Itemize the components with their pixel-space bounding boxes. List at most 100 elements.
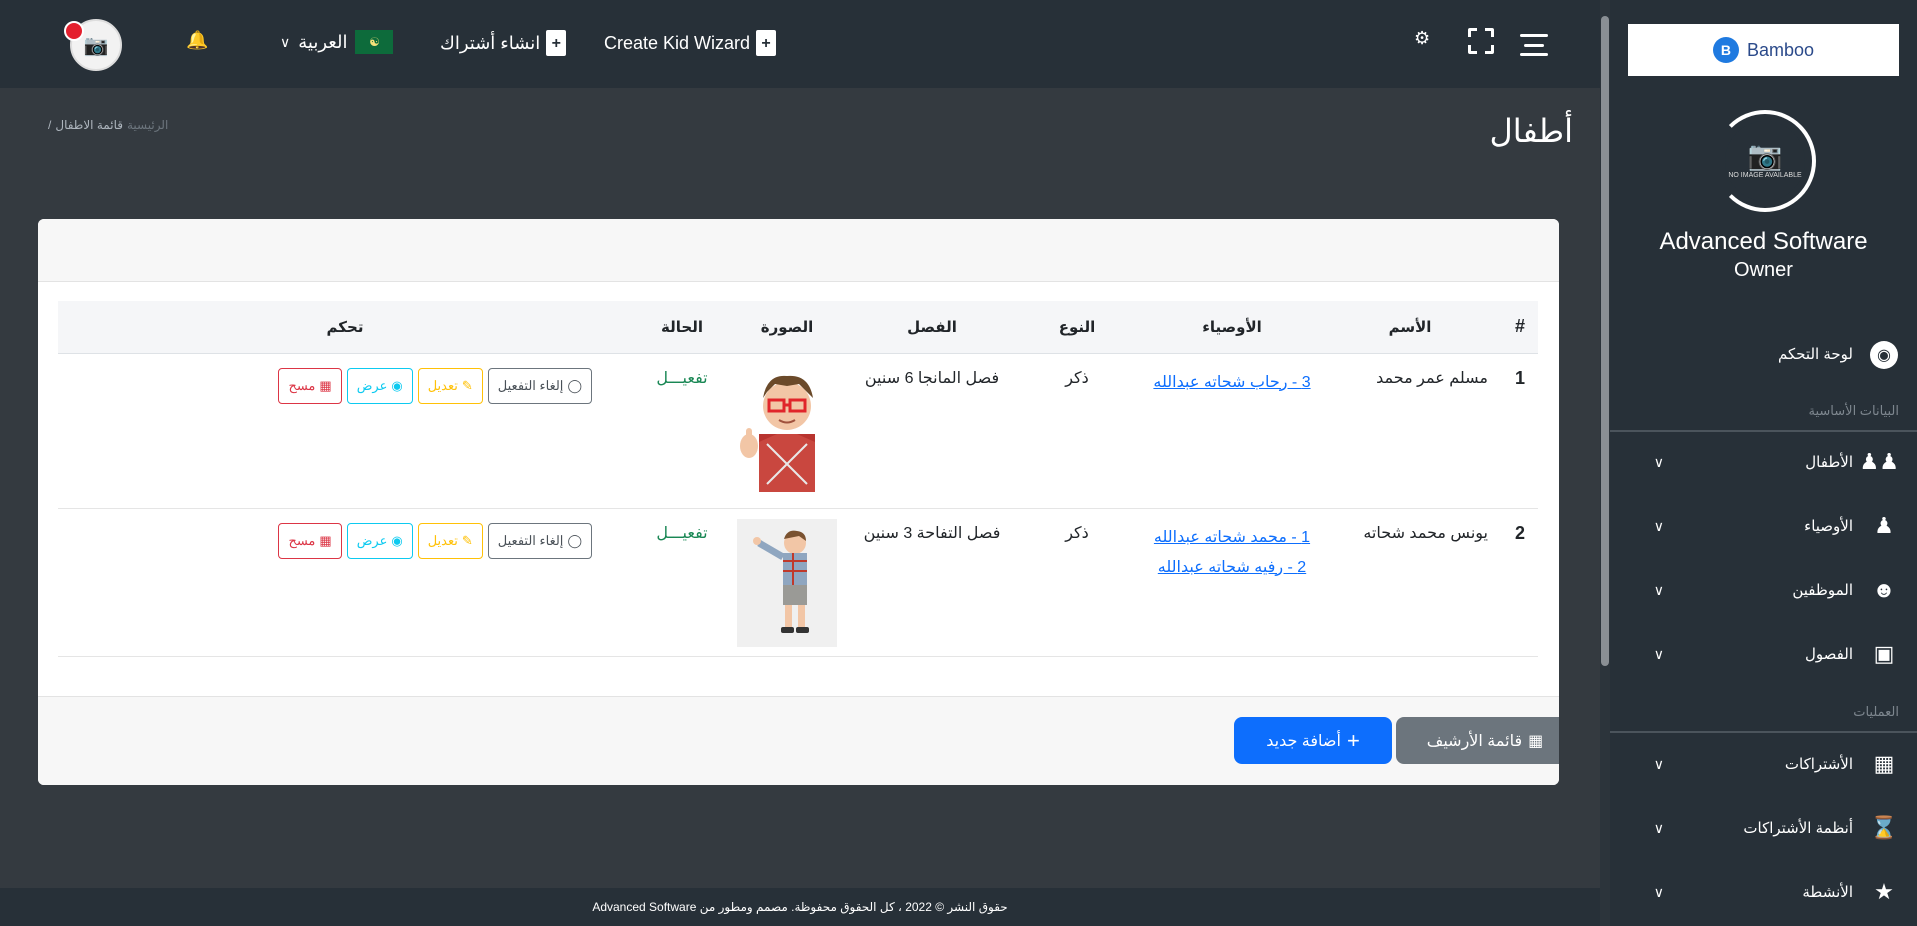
create-kid-wizard-label: Create Kid Wizard	[604, 32, 751, 53]
sidebar-item-employees[interactable]: ☻ الموظفين ∨	[1610, 565, 1917, 615]
status-label: تفعيـــل	[656, 369, 708, 387]
row-class: فصل التفاحة 3 سنين	[842, 508, 1022, 657]
top-navbar: 📷 🔔 ∨ العربية ☯ انشاء أشتراك + Create Ki…	[0, 0, 1600, 88]
header-num: #	[1502, 301, 1538, 354]
sidebar-item-classes[interactable]: ▣ الفصول ∨	[1610, 629, 1917, 679]
menu-line	[1520, 34, 1548, 37]
activity-icon: ★	[1874, 879, 1894, 904]
sidebar-item-guardians[interactable]: ♟ الأوصياء ∨	[1610, 501, 1917, 551]
user-avatar[interactable]: 📷	[64, 19, 126, 71]
row-photo	[732, 508, 842, 657]
row-num: 1	[1502, 353, 1538, 509]
camera-glyph: 📷	[1747, 140, 1783, 171]
sidebar-item-dashboard[interactable]: ◉ لوحة التحكم	[1610, 329, 1917, 379]
status-label: تفعيـــل	[656, 524, 708, 542]
kid-photo	[737, 518, 837, 647]
add-new-button[interactable]: + أضافة جديد	[1234, 717, 1392, 764]
sidebar: B Bamboo 📷 NO IMAGE AVAILABLE Advanced S…	[1610, 0, 1917, 926]
guardian-link[interactable]: 3 - رحاب شحاته عبدالله	[1132, 368, 1332, 398]
sidebar-item-subscription-plans[interactable]: ⌛ أنظمة الأشتراكات ∨	[1610, 803, 1917, 853]
view-label: عرض	[356, 377, 388, 393]
row-type: ذكر	[1022, 508, 1132, 657]
table-row: 1 مسلم عمر محمد 3 - رحاب شحاته عبدالله ذ…	[58, 353, 1538, 509]
chevron-down-icon: ∨	[1653, 517, 1664, 534]
sidebar-item-subscriptions[interactable]: ▦ الأشتراكات ∨	[1610, 739, 1917, 789]
deactivate-button[interactable]: ◯ إلغاء التفعيل	[487, 522, 592, 559]
breadcrumb-home[interactable]: الرئيسية	[127, 118, 168, 132]
brand-name: Bamboo	[1746, 39, 1815, 60]
view-button[interactable]: ◉ عرض	[346, 522, 413, 559]
chevron-down-icon: ∨	[1653, 755, 1664, 772]
language-label: العربية	[298, 31, 348, 52]
language-dropdown[interactable]: ∨ العربية ☯	[280, 30, 394, 54]
brand-logo[interactable]: B Bamboo	[1628, 24, 1899, 76]
pencil-icon: ✎	[461, 532, 473, 548]
edit-button[interactable]: ✎ تعديل	[417, 367, 483, 404]
row-status: تفعيـــل	[632, 353, 732, 509]
calendar-icon: ▦	[1873, 751, 1895, 776]
header-class: الفصل	[842, 301, 1022, 354]
row-guardians: 3 - رحاب شحاته عبدالله	[1132, 353, 1332, 509]
delete-button[interactable]: ▦ مسح	[278, 367, 342, 404]
delete-label: مسح	[288, 377, 316, 393]
profile-name: Advanced Software	[1659, 228, 1868, 255]
create-subscription-label: انشاء أشتراك	[440, 32, 541, 53]
trash-icon: ▦	[1528, 732, 1544, 750]
binoculars-icon: ◉	[391, 377, 403, 393]
person-icon: ♟	[1874, 513, 1894, 538]
table-row: 2 يونس محمد شحاته 1 - محمد شحاته عبدالله…	[58, 508, 1538, 657]
row-actions: ◯ إلغاء التفعيل ✎ تعديل ◉ عرض ▦ مسح	[58, 508, 632, 657]
deactivate-label: إلغاء التفعيل	[497, 377, 564, 393]
row-num: 2	[1502, 508, 1538, 657]
lightbulb-icon: ◯	[567, 532, 582, 548]
chevron-down-icon: ∨	[1653, 453, 1664, 470]
archive-list-button[interactable]: ▦ قائمة الأرشيف	[1396, 717, 1559, 764]
create-kid-wizard-link[interactable]: Create Kid Wizard +	[604, 30, 777, 56]
edit-label: تعديل	[427, 532, 458, 548]
scrollbar-thumb[interactable]	[1601, 16, 1609, 666]
row-actions: ◯ إلغاء التفعيل ✎ تعديل ◉ عرض ▦ مسح	[58, 353, 632, 509]
header-control: تحكم	[58, 301, 632, 354]
create-subscription-link[interactable]: انشاء أشتراك +	[440, 30, 567, 56]
sidebar-item-label: الموظفين	[1792, 582, 1853, 599]
fullscreen-icon[interactable]	[1467, 27, 1497, 57]
kid-photo-image	[737, 518, 837, 647]
guardian-link[interactable]: 1 - محمد شحاته عبدالله	[1132, 523, 1332, 553]
status-dot	[64, 21, 84, 41]
bell-icon[interactable]: 🔔	[186, 30, 208, 51]
plus-icon: +	[1346, 727, 1360, 753]
kid-photo	[737, 363, 837, 492]
view-button[interactable]: ◉ عرض	[346, 367, 413, 404]
chevron-down-icon: ∨	[1653, 883, 1664, 900]
profile-image: 📷 NO IMAGE AVAILABLE	[1714, 110, 1816, 212]
deactivate-label: إلغاء التفعيل	[497, 532, 564, 548]
breadcrumb-separator: /	[48, 118, 52, 132]
gear-icon[interactable]: ⚙	[1414, 28, 1430, 49]
deactivate-button[interactable]: ◯ إلغاء التفعيل	[487, 367, 592, 404]
section-basic-data: البيانات الأساسية	[1808, 403, 1899, 418]
pencil-icon: ✎	[461, 377, 473, 393]
sidebar-item-kids[interactable]: ♟♟ الأطفال ∨	[1610, 437, 1917, 487]
row-name: مسلم عمر محمد	[1332, 353, 1502, 509]
menu-icon[interactable]	[1520, 34, 1548, 56]
sidebar-item-activities[interactable]: ★ الأنشطة ∨	[1610, 867, 1917, 917]
header-type: النوع	[1022, 301, 1132, 354]
chevron-down-icon: ∨	[1653, 645, 1664, 662]
sidebar-item-label: الفصول	[1805, 646, 1853, 663]
header-status: الحالة	[632, 301, 732, 354]
sidebar-item-label: الأنشطة	[1802, 884, 1853, 901]
breadcrumb: الرئيسية قائمة الاطفال /	[48, 118, 168, 132]
employee-icon: ☻	[1872, 577, 1896, 602]
sidebar-item-label: الأطفال	[1805, 454, 1853, 471]
trash-icon: ▦	[319, 532, 332, 548]
guardian-link[interactable]: 2 - رفيه شحاته عبدالله	[1132, 553, 1332, 583]
sidebar-item-label: الأوصياء	[1804, 518, 1853, 535]
view-label: عرض	[356, 532, 388, 548]
kid-photo-image	[740, 375, 815, 492]
sidebar-item-label: أنظمة الأشتراكات	[1743, 820, 1853, 837]
delete-button[interactable]: ▦ مسح	[278, 522, 342, 559]
row-class: فصل المانجا 6 سنين	[842, 353, 1022, 509]
hourglass-icon: ⌛	[1870, 815, 1898, 840]
table-header-row: # الأسم الأوصياء النوع الفصل الصورة الحا…	[58, 301, 1538, 354]
edit-button[interactable]: ✎ تعديل	[417, 522, 483, 559]
